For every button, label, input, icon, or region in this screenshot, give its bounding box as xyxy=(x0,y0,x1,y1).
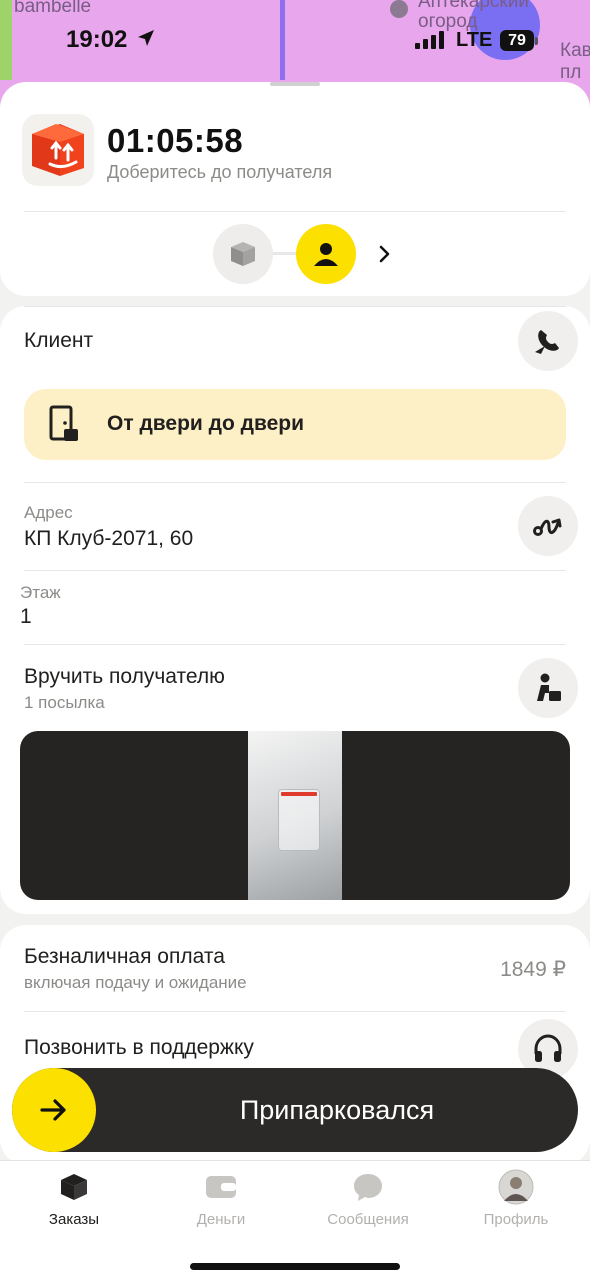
divider xyxy=(24,482,566,483)
divider xyxy=(24,211,566,212)
tab-messages[interactable]: Сообщения xyxy=(308,1169,428,1228)
network-type: LTE xyxy=(456,29,493,51)
location-arrow-icon xyxy=(138,30,154,46)
delivery-type-banner: От двери до двери xyxy=(24,389,566,460)
tab-money[interactable]: Деньги xyxy=(161,1169,281,1228)
step-parcel[interactable] xyxy=(213,224,273,284)
arrow-right-icon xyxy=(40,1099,66,1121)
handover-title: Вручить получателю xyxy=(24,665,225,688)
chat-icon xyxy=(354,1174,382,1201)
battery-tip xyxy=(535,37,538,45)
home-indicator xyxy=(190,1263,400,1270)
tab-label: Сообщения xyxy=(327,1211,409,1228)
route-button[interactable] xyxy=(518,496,578,556)
map-road xyxy=(280,0,285,80)
map-label: Аптекарский огород xyxy=(418,0,529,32)
map-label: Кав пл xyxy=(560,40,590,83)
handover-button[interactable] xyxy=(518,658,578,718)
tab-label: Заказы xyxy=(48,1211,100,1228)
address-value: КП Клуб-2071, 60 xyxy=(24,527,194,550)
map-road xyxy=(0,0,12,80)
tab-bar: Заказы Деньги Сообщения Профиль xyxy=(0,1160,590,1280)
parcel-icon xyxy=(231,242,255,266)
sheet-grabber[interactable] xyxy=(270,82,320,86)
order-header-card: 01:05:58 Доберитесь до получателя xyxy=(0,82,590,296)
battery-icon: 79 xyxy=(500,30,534,51)
task-subtitle: Доберитесь до получателя xyxy=(107,162,333,182)
signal-icon xyxy=(415,31,444,49)
payment-subtitle: включая подачу и ожидание xyxy=(24,973,247,992)
slider-handle[interactable] xyxy=(12,1068,96,1152)
battery-level: 79 xyxy=(508,31,526,49)
divider xyxy=(24,570,566,571)
handover-count: 1 посылка xyxy=(24,693,105,712)
tab-label: Деньги xyxy=(196,1211,246,1228)
parcel-photo[interactable] xyxy=(20,731,570,900)
divider xyxy=(24,306,566,307)
support-label[interactable]: Позвонить в поддержку xyxy=(24,1036,254,1060)
payment-amount: 1849 ₽ xyxy=(500,958,566,981)
chevron-right-icon[interactable] xyxy=(377,244,393,264)
wallet-icon xyxy=(206,1176,236,1198)
tab-orders[interactable]: Заказы xyxy=(14,1169,134,1228)
bag-seal xyxy=(281,792,317,796)
tab-profile[interactable]: Профиль xyxy=(456,1169,576,1228)
payment-title: Безналичная оплата xyxy=(24,945,225,968)
orders-icon xyxy=(61,1174,87,1200)
delivery-box-icon xyxy=(22,114,94,186)
eta-timer: 01:05:58 xyxy=(107,122,244,159)
divider xyxy=(24,644,566,645)
headphones-icon xyxy=(534,1034,562,1062)
slider-label: Припарковался xyxy=(239,1095,435,1125)
map-label: bambelle xyxy=(14,0,92,17)
parked-slider[interactable]: Припарковался xyxy=(12,1068,578,1152)
tree-icon xyxy=(390,0,408,18)
tab-label: Профиль xyxy=(483,1211,549,1228)
status-time: 19:02 xyxy=(66,26,128,53)
step-client[interactable] xyxy=(296,224,356,284)
divider xyxy=(24,1011,566,1012)
delivery-type-label: От двери до двери xyxy=(107,412,305,435)
call-client-button[interactable] xyxy=(518,311,578,371)
address-label: Адрес xyxy=(24,503,73,522)
zip-bag xyxy=(278,789,320,851)
parcel-photo-image xyxy=(248,731,342,900)
phone-icon xyxy=(535,330,559,354)
person-with-parcel-icon xyxy=(537,673,561,701)
route-icon xyxy=(533,518,562,536)
door-parcel-icon xyxy=(49,405,78,441)
order-details-card: Клиент От двери до двери Адрес КП Клуб-2… xyxy=(0,306,590,914)
avatar xyxy=(498,1169,534,1205)
floor-label: Этаж xyxy=(20,583,61,602)
floor-value: 1 xyxy=(20,605,32,628)
client-icon xyxy=(314,243,338,266)
client-label: Клиент xyxy=(24,329,94,352)
